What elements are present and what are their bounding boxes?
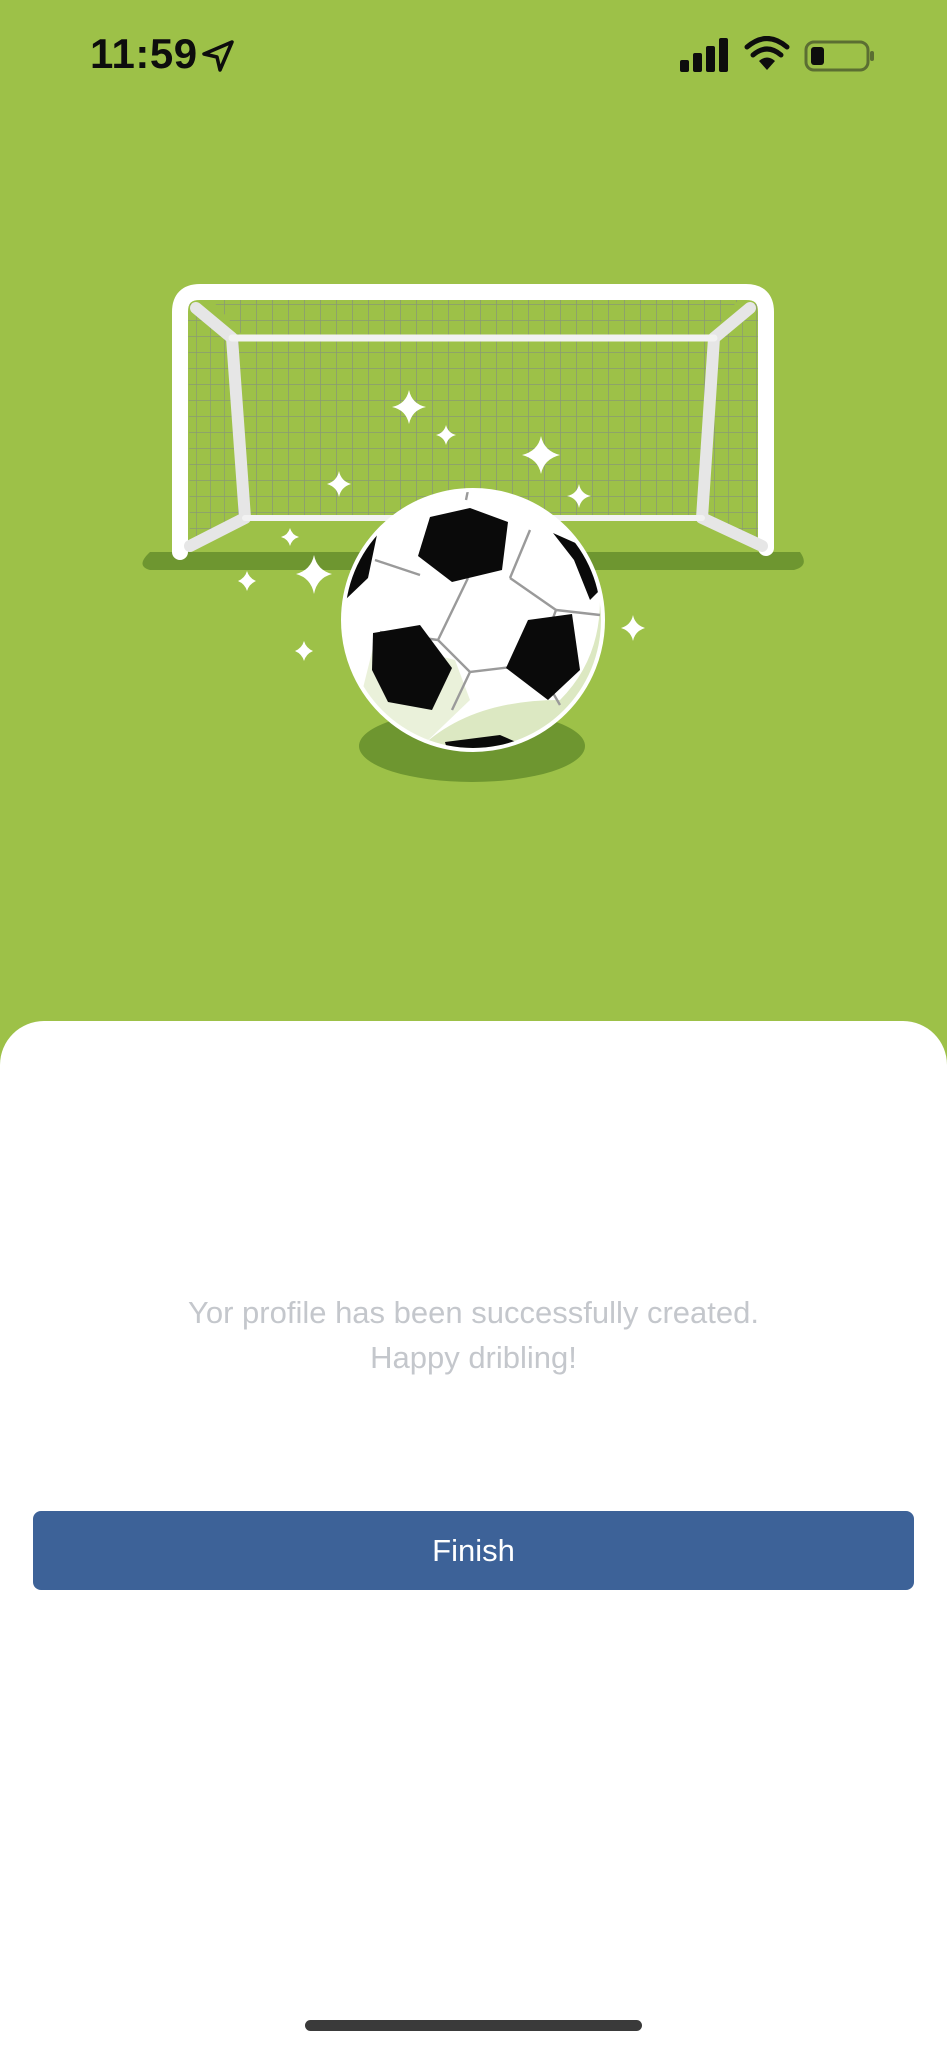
success-message: Yor profile has been successfully create…: [60, 1290, 887, 1380]
wifi-icon: [744, 36, 790, 70]
hero-illustration: [0, 0, 947, 1022]
location-arrow-icon: [202, 40, 234, 72]
success-message-line-2: Happy dribling!: [370, 1340, 577, 1375]
status-time: 11:59: [90, 30, 198, 77]
finish-button[interactable]: Finish: [33, 1511, 914, 1590]
battery-low-icon: [804, 40, 874, 72]
status-bar: 11:59: [0, 0, 947, 112]
soccer-ball: [341, 488, 605, 752]
home-indicator[interactable]: [305, 2020, 642, 2031]
success-message-line-1: Yor profile has been successfully create…: [188, 1295, 759, 1330]
cellular-signal-icon: [680, 38, 728, 72]
